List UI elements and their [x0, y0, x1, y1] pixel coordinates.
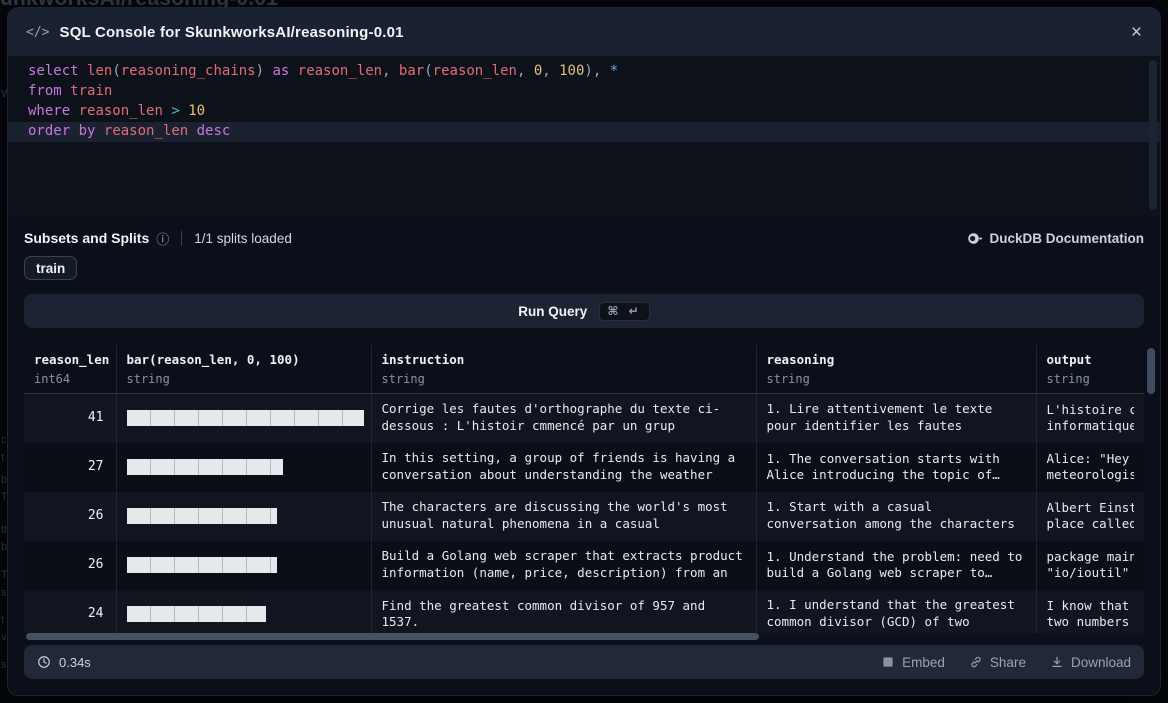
download-label: Download	[1071, 655, 1131, 670]
cell-output: package main "io/ioutil" "	[1036, 541, 1144, 590]
cell-reason-len: 24	[24, 590, 116, 639]
code-icon: </>	[26, 25, 49, 40]
cell-reasoning: 1. Understand the problem: need to build…	[756, 541, 1036, 590]
duckdb-logo-icon	[967, 231, 982, 246]
edge-text-fragment: T	[1, 569, 8, 581]
elapsed-time: 0.34s	[59, 655, 91, 670]
bar-visualization	[127, 508, 277, 524]
edge-text-fragment: v	[1, 631, 7, 643]
subsets-heading: Subsets and Splits	[24, 230, 149, 246]
cell-instruction: Find the greatest common divisor of 957 …	[371, 590, 756, 639]
duckdb-doc-link[interactable]: DuckDB Documentation	[967, 231, 1144, 246]
sql-editor-lines: select len(reasoning_chains) as reason_l…	[8, 62, 1160, 142]
edge-text-fragment: b	[1, 474, 7, 486]
embed-label: Embed	[902, 655, 945, 670]
cell-bar	[116, 492, 371, 541]
editor-scrollbar[interactable]	[1149, 60, 1157, 210]
sql-line: from train	[8, 82, 1160, 102]
subsets-splits-row: Subsets and Splits ⓘ 1/1 splits loaded D…	[24, 228, 1144, 248]
cell-bar	[116, 590, 371, 639]
footer-actions: Embed Share Download	[881, 655, 1131, 670]
column-header-bar(reason_len, 0, 100)[interactable]: bar(reason_len, 0, 100)string	[116, 345, 371, 394]
kbd-shortcut: ⌘ ↵	[599, 302, 649, 321]
cell-output: L'histoire co informatique	[1036, 394, 1144, 443]
edge-text-fragment: t	[1, 614, 4, 626]
run-query-label: Run Query	[518, 304, 587, 319]
cell-output: Alice: "Hey g meteorologist	[1036, 443, 1144, 492]
split-chip-train[interactable]: train	[24, 256, 77, 280]
edge-text-fragment: s	[1, 659, 7, 671]
table-row: 26 The characters are discussing the worl…	[24, 492, 1144, 541]
cell-bar	[116, 443, 371, 492]
cell-reason-len: 26	[24, 541, 116, 590]
sql-line: order by reason_len desc	[8, 122, 1160, 142]
download-icon	[1050, 655, 1064, 669]
download-button[interactable]: Download	[1050, 655, 1131, 670]
modal-title: SQL Console for SkunkworksAI/reasoning-0…	[59, 24, 403, 41]
info-icon[interactable]: ⓘ	[156, 229, 169, 248]
column-header-reason_len[interactable]: reason_lenint64	[24, 345, 116, 394]
table-row: 27 In this setting, a group of friends is…	[24, 443, 1144, 492]
column-header-reasoning[interactable]: reasoningstring	[756, 345, 1036, 394]
cell-reason-len: 27	[24, 443, 116, 492]
cell-reasoning: 1. I understand that the greatest common…	[756, 590, 1036, 639]
duckdb-doc-label: DuckDB Documentation	[989, 231, 1144, 246]
clock-icon	[37, 655, 51, 669]
modal-titlebar: </> SQL Console for SkunkworksAI/reasoni…	[8, 8, 1160, 56]
share-icon	[969, 655, 983, 669]
embed-button[interactable]: Embed	[881, 655, 945, 670]
bar-visualization	[127, 410, 364, 426]
cell-output: I know that t two numbers i	[1036, 590, 1144, 639]
table-header: reason_lenint64bar(reason_len, 0, 100)st…	[24, 345, 1144, 394]
sql-editor[interactable]: select len(reasoning_chains) as reason_l…	[8, 56, 1160, 216]
cell-reasoning: 1. Start with a casual conversation amon…	[756, 492, 1036, 541]
cell-bar	[116, 541, 371, 590]
splits-status: 1/1 splits loaded	[194, 231, 292, 246]
cell-instruction: The characters are discussing the world'…	[371, 492, 756, 541]
bar-visualization	[127, 606, 266, 622]
cell-reason-len: 41	[24, 394, 116, 443]
column-header-output[interactable]: outputstring	[1036, 345, 1144, 394]
share-label: Share	[990, 655, 1026, 670]
close-icon[interactable]: ×	[1131, 23, 1142, 42]
modal-footer: 0.34s Embed Share Download	[24, 645, 1144, 679]
edge-text-fragment: t	[1, 452, 4, 464]
cell-output: Albert Einste place called	[1036, 492, 1144, 541]
query-elapsed: 0.34s	[37, 655, 91, 670]
run-query-button[interactable]: Run Query ⌘ ↵	[24, 294, 1144, 328]
sql-line: where reason_len > 10	[8, 102, 1160, 122]
bar-visualization	[127, 557, 277, 573]
horizontal-scrollbar-thumb[interactable]	[26, 633, 759, 640]
cell-instruction: Build a Golang web scraper that extracts…	[371, 541, 756, 590]
sql-line: select len(reasoning_chains) as reason_l…	[8, 62, 1160, 82]
cell-reasoning: 1. Lire attentivement le texte pour iden…	[756, 394, 1036, 443]
edge-text-fragment: s	[1, 587, 7, 599]
vertical-scrollbar-thumb[interactable]	[1147, 348, 1155, 394]
cell-instruction: In this setting, a group of friends is h…	[371, 443, 756, 492]
column-header-instruction[interactable]: instructionstring	[371, 345, 756, 394]
table-row: 26 Build a Golang web scraper that extrac…	[24, 541, 1144, 590]
horizontal-scrollbar[interactable]	[24, 633, 1144, 640]
table-row: 24 Find the greatest common divisor of 95…	[24, 590, 1144, 639]
results-table: reason_lenint64bar(reason_len, 0, 100)st…	[24, 345, 1144, 640]
cell-reason-len: 26	[24, 492, 116, 541]
table-row: 41 Corrige les fautes d'orthographe du te…	[24, 394, 1144, 443]
share-button[interactable]: Share	[969, 655, 1026, 670]
cell-instruction: Corrige les fautes d'orthographe du text…	[371, 394, 756, 443]
bar-visualization	[127, 459, 283, 475]
split-chips: train	[24, 256, 1144, 280]
sql-console-modal: </> SQL Console for SkunkworksAI/reasoni…	[8, 8, 1160, 695]
cell-bar	[116, 394, 371, 443]
cell-reasoning: 1. The conversation starts with Alice in…	[756, 443, 1036, 492]
embed-icon	[881, 655, 895, 669]
divider	[181, 231, 182, 246]
table-body: 41 Corrige les fautes d'orthographe du te…	[24, 394, 1144, 639]
